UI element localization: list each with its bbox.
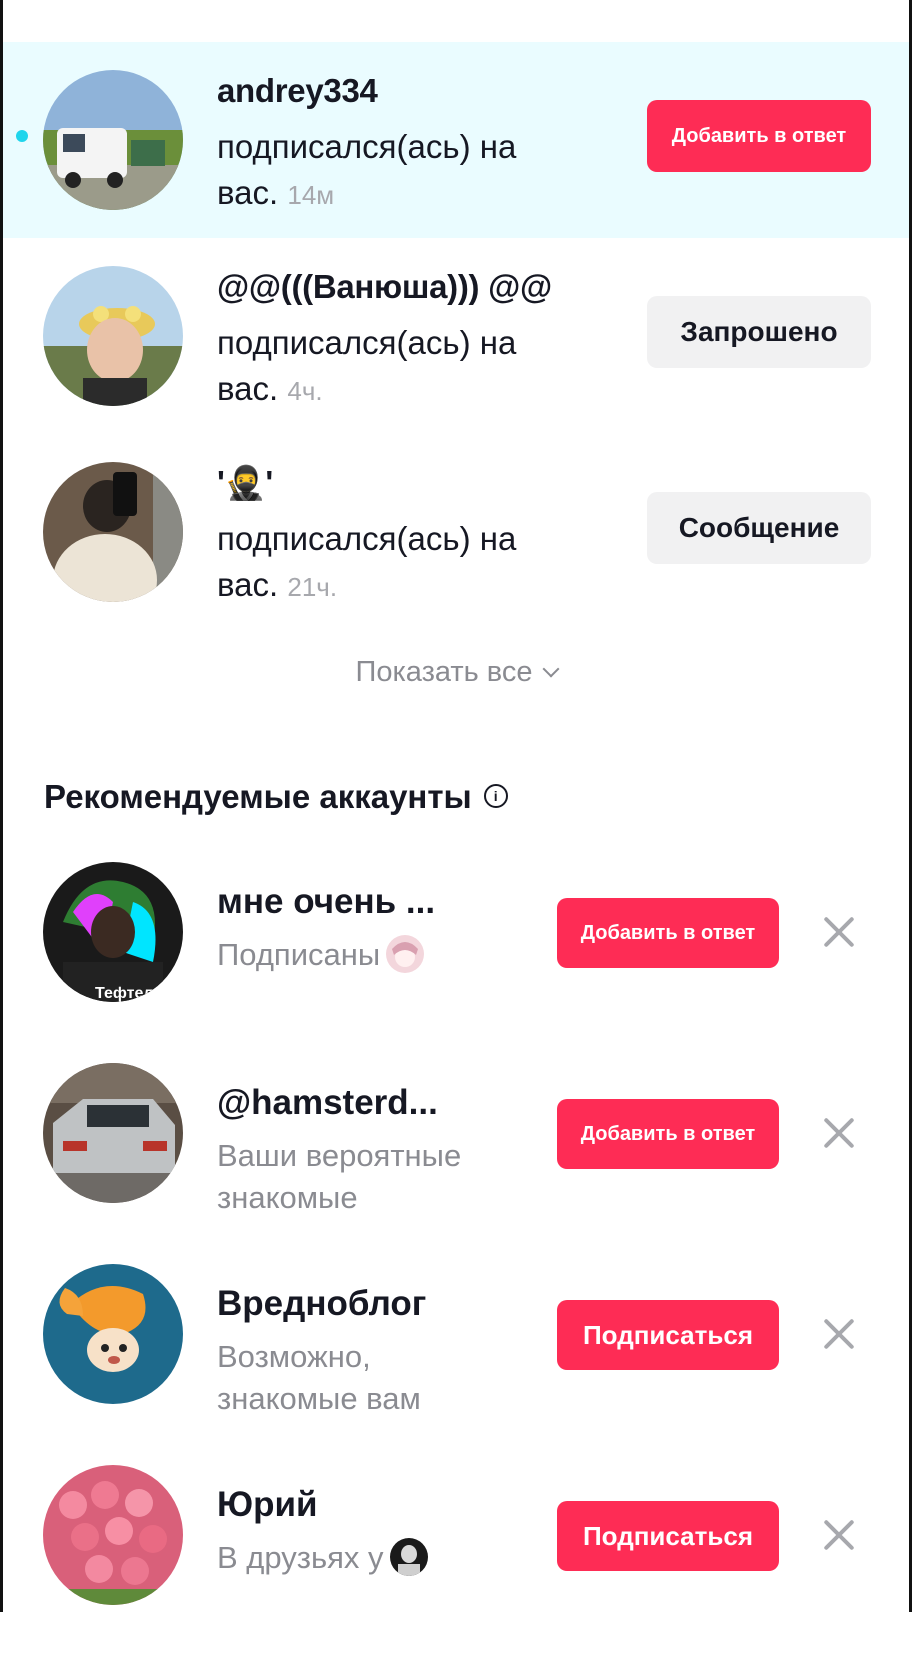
subtitle-text: Подписаны <box>217 937 381 972</box>
account-subtitle: Ваши вероятные знакомые <box>217 1138 462 1215</box>
orange-hair-doll-icon <box>43 1264 183 1404</box>
chevron-down-icon <box>542 660 560 678</box>
action-text: подписался(ась) на вас. <box>217 520 517 603</box>
person-flower-crown-photo-icon <box>43 266 183 406</box>
avatar[interactable] <box>43 1465 183 1605</box>
username[interactable]: '🥷' <box>217 464 273 503</box>
timestamp: 14м <box>287 180 335 210</box>
show-all-label: Показать все <box>355 656 533 688</box>
close-icon[interactable] <box>821 1316 857 1352</box>
add-to-reply-button[interactable]: Добавить в ответ <box>557 898 779 968</box>
account-subtitle: Подписаны <box>217 934 497 976</box>
action-text: подписался(ась) на вас. <box>217 128 517 211</box>
username[interactable]: @@(((Ванюша))) @@ <box>217 268 552 306</box>
username[interactable]: andrey334 <box>217 72 378 110</box>
account-name[interactable]: мне очень ... <box>217 882 435 922</box>
action-text: подписался(ась) на вас. <box>217 324 517 407</box>
avatar[interactable] <box>43 462 183 602</box>
close-icon[interactable] <box>821 1517 857 1553</box>
mutual-avatar-icon <box>389 1537 428 1576</box>
add-to-reply-button[interactable]: Добавить в ответ <box>557 1099 779 1169</box>
info-icon[interactable]: i <box>483 784 508 809</box>
recommended-account-row[interactable]: Тефтел мне очень ... Подписаны Добавить … <box>3 862 909 1062</box>
follow-button[interactable]: Подписаться <box>557 1501 779 1571</box>
account-name[interactable]: Вредноблог <box>217 1284 426 1324</box>
requested-button[interactable]: Запрошено <box>647 296 871 368</box>
mirror-selfie-photo-icon <box>43 462 183 602</box>
avatar[interactable] <box>43 1063 183 1203</box>
message-button[interactable]: Сообщение <box>647 492 871 564</box>
notification-text: подписался(ась) на вас. 21ч. <box>217 516 557 610</box>
section-title: Рекомендуемые аккаунты i <box>44 778 508 816</box>
timestamp: 4ч. <box>287 376 323 406</box>
section-title-text: Рекомендуемые аккаунты <box>44 778 472 815</box>
mutual-avatar-icon <box>386 934 425 973</box>
avatar-watermark-text: Тефтел <box>95 985 154 1002</box>
close-icon[interactable] <box>821 1115 857 1151</box>
notification-row[interactable]: @@(((Ванюша))) @@ подписался(ась) на вас… <box>3 238 909 434</box>
notification-text: подписался(ась) на вас. 4ч. <box>217 320 557 414</box>
recommended-account-row[interactable]: Вредноблог Возможно, знакомые вам Подпис… <box>3 1264 909 1464</box>
show-all-link[interactable]: Показать все <box>0 656 912 689</box>
notification-row[interactable]: andrey334 подписался(ась) на вас. 14м До… <box>3 42 909 238</box>
account-subtitle: В друзьях у <box>217 1537 497 1579</box>
account-name[interactable]: Юрий <box>217 1485 318 1525</box>
follow-button[interactable]: Подписаться <box>557 1300 779 1370</box>
account-subtitle: Возможно, знакомые вам <box>217 1339 421 1416</box>
subtitle-text: В друзьях у <box>217 1540 384 1575</box>
timestamp: 21ч. <box>287 572 338 602</box>
silver-car-photo-icon <box>43 1063 183 1203</box>
avatar[interactable]: Тефтел <box>43 862 183 1002</box>
white-van-photo-icon <box>43 70 183 210</box>
avatar[interactable] <box>43 70 183 210</box>
add-to-reply-button[interactable]: Добавить в ответ <box>647 100 871 172</box>
recommended-account-row[interactable]: Юрий В друзьях у Подписаться <box>3 1465 909 1665</box>
pink-roses-photo-icon <box>43 1465 183 1605</box>
unread-dot-icon <box>16 130 28 142</box>
close-icon[interactable] <box>821 914 857 950</box>
neon-character-art-icon: Тефтел <box>43 862 183 1002</box>
notification-text: подписался(ась) на вас. 14м <box>217 124 557 218</box>
avatar[interactable] <box>43 266 183 406</box>
account-name[interactable]: @hamsterd... <box>217 1083 438 1123</box>
recommended-account-row[interactable]: @hamsterd... Ваши вероятные знакомые Доб… <box>3 1063 909 1263</box>
notification-row[interactable]: '🥷' подписался(ась) на вас. 21ч. Сообщен… <box>3 434 909 630</box>
avatar[interactable] <box>43 1264 183 1404</box>
